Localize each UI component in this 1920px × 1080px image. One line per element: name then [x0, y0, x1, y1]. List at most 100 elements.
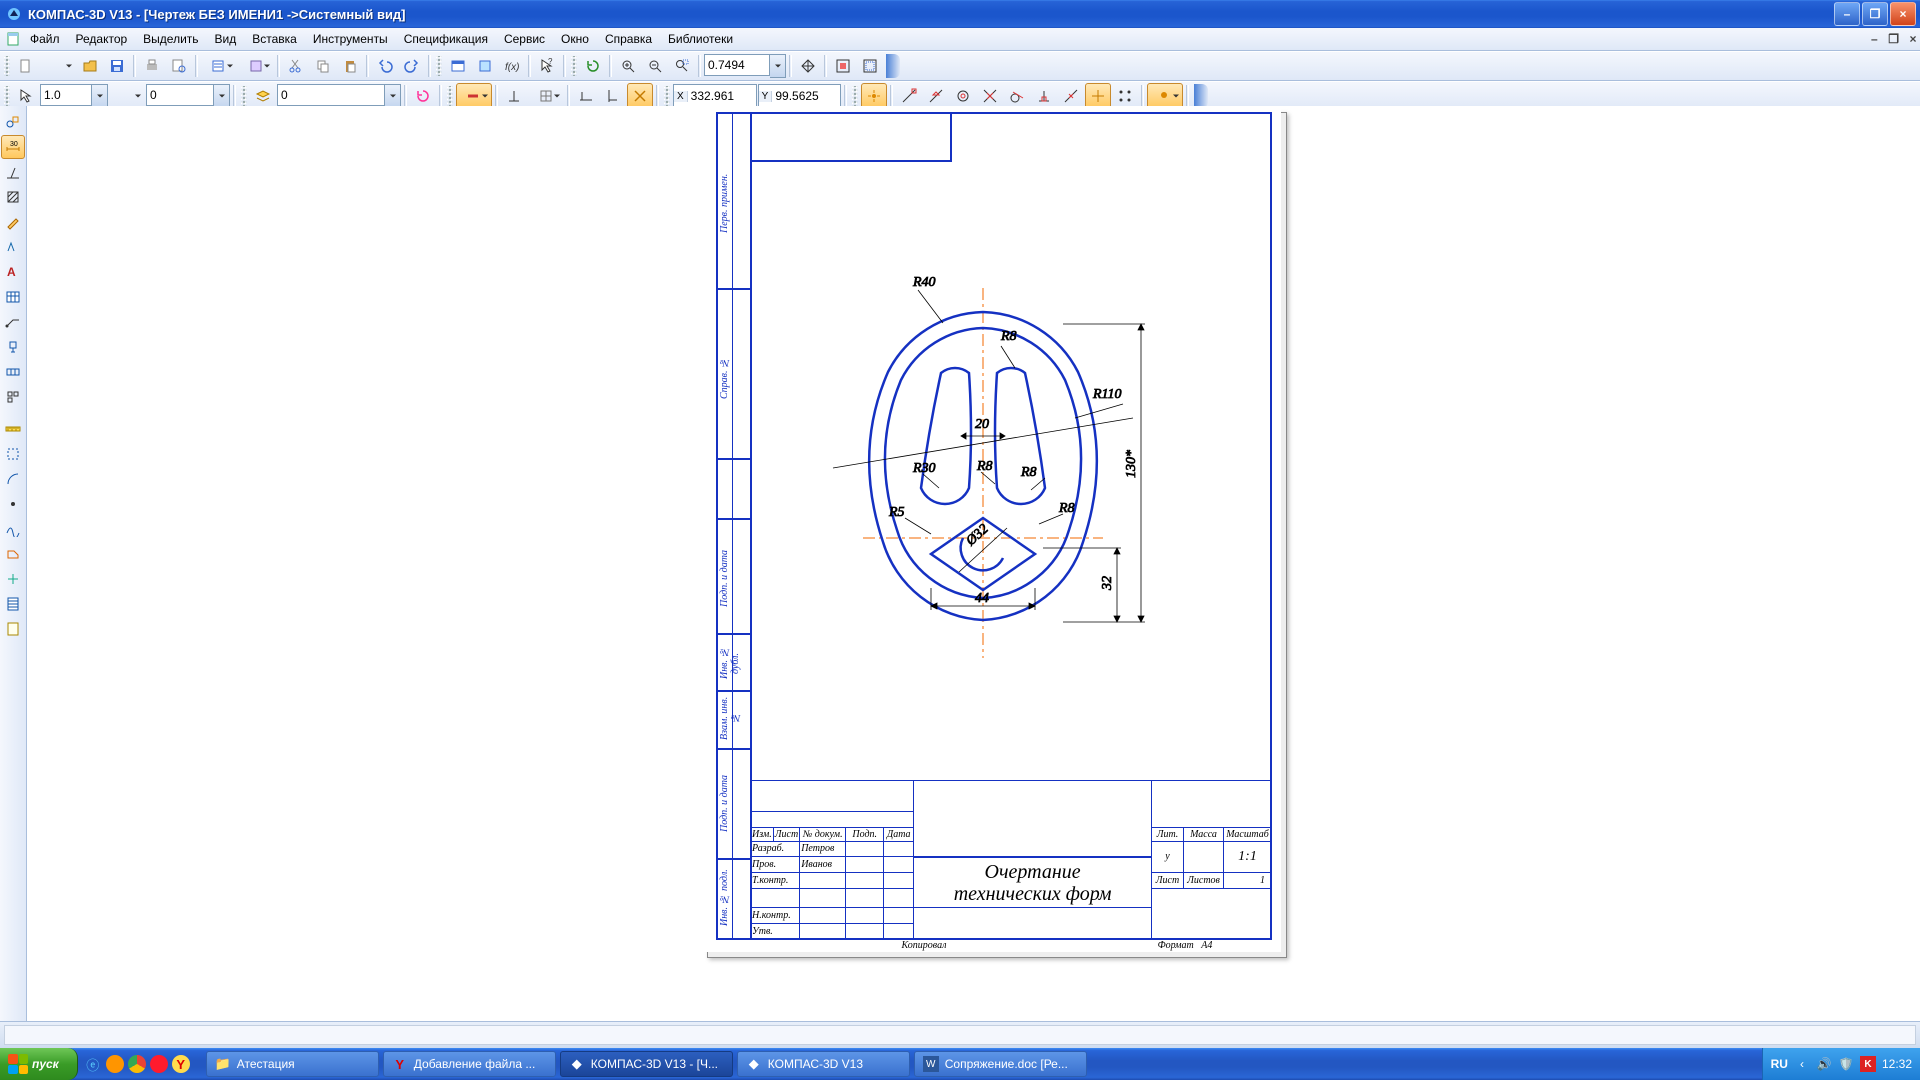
ql-chrome-icon[interactable]: [128, 1055, 146, 1073]
style-b-combo[interactable]: [146, 84, 230, 108]
select-button[interactable]: [1, 442, 25, 466]
tray-av-icon[interactable]: K: [1860, 1056, 1876, 1072]
new-button[interactable]: [13, 53, 39, 79]
zoom-combo[interactable]: [704, 54, 786, 78]
cut-button[interactable]: [283, 53, 309, 79]
mdi-minimize-button[interactable]: –: [1867, 32, 1881, 46]
task-item[interactable]: Y Добавление файла ...: [383, 1051, 556, 1077]
library-button[interactable]: [472, 53, 498, 79]
mdi-restore-button[interactable]: ❐: [1887, 32, 1901, 46]
menu-select[interactable]: Выделить: [135, 30, 206, 48]
menu-spec[interactable]: Спецификация: [396, 30, 496, 48]
measure-button[interactable]: [1, 417, 25, 441]
spline-button[interactable]: [1, 517, 25, 541]
task-item[interactable]: ◆ КОМПАС-3D V13 - [Ч...: [560, 1051, 733, 1077]
fit-page-button[interactable]: [857, 53, 883, 79]
spec-button[interactable]: [1, 592, 25, 616]
redo-button[interactable]: [399, 53, 425, 79]
leader-button[interactable]: [1, 310, 25, 334]
fx-button[interactable]: f(x): [499, 53, 525, 79]
clock[interactable]: 12:32: [1882, 1057, 1912, 1071]
annotation-button[interactable]: [1, 160, 25, 184]
undo-button[interactable]: [372, 53, 398, 79]
attributes-dropdown[interactable]: [201, 53, 237, 79]
menu-insert[interactable]: Вставка: [244, 30, 305, 48]
copy-button[interactable]: [310, 53, 336, 79]
menu-window[interactable]: Окно: [553, 30, 597, 48]
ql-opera-icon[interactable]: [150, 1055, 168, 1073]
toolbar-grip[interactable]: [447, 86, 453, 106]
ql-firefox-icon[interactable]: [106, 1055, 124, 1073]
zoom-dropdown-button[interactable]: [770, 54, 786, 78]
layer-input[interactable]: [277, 84, 385, 106]
task-item[interactable]: 📁 Атестация: [206, 1051, 379, 1077]
toolbar-grip[interactable]: [664, 86, 670, 106]
menu-libs[interactable]: Библиотеки: [660, 30, 741, 48]
dimensions-button[interactable]: 30: [1, 135, 25, 159]
menu-tools[interactable]: Инструменты: [305, 30, 396, 48]
table-button[interactable]: [1, 285, 25, 309]
menu-help[interactable]: Справка: [597, 30, 660, 48]
edit-button[interactable]: [1, 210, 25, 234]
tray-chevron-icon[interactable]: ‹: [1794, 1056, 1810, 1072]
menu-service[interactable]: Сервис: [496, 30, 553, 48]
style-b-dropdown[interactable]: [214, 84, 230, 108]
point-button[interactable]: [1, 492, 25, 516]
start-button[interactable]: пуск: [0, 1048, 78, 1080]
layer-combo[interactable]: [277, 84, 401, 108]
step-dropdown-button[interactable]: [92, 84, 108, 108]
roughness-button[interactable]: [1, 235, 25, 259]
views-button[interactable]: [1, 385, 25, 409]
toolbar-grip[interactable]: [436, 56, 442, 76]
new-dropdown-button[interactable]: [40, 53, 76, 79]
maximize-button[interactable]: ❐: [1862, 2, 1888, 26]
task-item[interactable]: W Сопряжение.doc [Ре...: [914, 1051, 1087, 1077]
manager-button[interactable]: [445, 53, 471, 79]
close-button[interactable]: ×: [1890, 2, 1916, 26]
toolbar-grip[interactable]: [4, 86, 10, 106]
fit-all-button[interactable]: [830, 53, 856, 79]
paste-button[interactable]: [337, 53, 363, 79]
task-item[interactable]: ◆ КОМПАС-3D V13: [737, 1051, 910, 1077]
base-button[interactable]: [1, 335, 25, 359]
mdi-close-button[interactable]: ×: [1906, 32, 1920, 46]
geometry-button[interactable]: [1, 110, 25, 134]
refresh-button[interactable]: [580, 53, 606, 79]
ql-yandex-icon[interactable]: Y: [172, 1055, 190, 1073]
text-button[interactable]: A: [1, 260, 25, 284]
document-icon[interactable]: [4, 31, 22, 47]
zoom-window-button[interactable]: [669, 53, 695, 79]
ql-ie-icon[interactable]: ⓔ: [84, 1055, 102, 1073]
save-button[interactable]: [104, 53, 130, 79]
open-button[interactable]: [77, 53, 103, 79]
variables-dropdown[interactable]: [238, 53, 274, 79]
toolbar-grip[interactable]: [241, 86, 247, 106]
tray-volume-icon[interactable]: 🔊: [1816, 1056, 1832, 1072]
print-button[interactable]: [139, 53, 165, 79]
contour-button[interactable]: [1, 542, 25, 566]
drawing-canvas[interactable]: Перв. примен. Справ. № Подп. и дата Инв.…: [27, 106, 1920, 1022]
menu-edit[interactable]: Редактор: [68, 30, 136, 48]
toolbar-grip[interactable]: [571, 56, 577, 76]
layer-dropdown[interactable]: [385, 84, 401, 108]
zoom-in-button[interactable]: [615, 53, 641, 79]
style-b-input[interactable]: [146, 84, 214, 106]
lang-indicator[interactable]: RU: [1771, 1057, 1788, 1071]
zoom-out-button[interactable]: [642, 53, 668, 79]
reports-button[interactable]: [1, 617, 25, 641]
hatching-button[interactable]: [1, 185, 25, 209]
minimize-button[interactable]: –: [1834, 2, 1860, 26]
step-input[interactable]: [40, 84, 92, 106]
tray-shield-icon[interactable]: 🛡️: [1838, 1056, 1854, 1072]
pan-button[interactable]: [795, 53, 821, 79]
toolbar-grip[interactable]: [4, 56, 10, 76]
params-button[interactable]: [1, 567, 25, 591]
tolerance-button[interactable]: [1, 360, 25, 384]
zoom-input[interactable]: [704, 54, 770, 76]
menu-view[interactable]: Вид: [207, 30, 245, 48]
toolbar-grip[interactable]: [852, 86, 858, 106]
step-combo[interactable]: [40, 84, 108, 108]
help-cursor-button[interactable]: ?: [534, 53, 560, 79]
print-preview-button[interactable]: [166, 53, 192, 79]
menu-file[interactable]: Файл: [22, 30, 68, 48]
